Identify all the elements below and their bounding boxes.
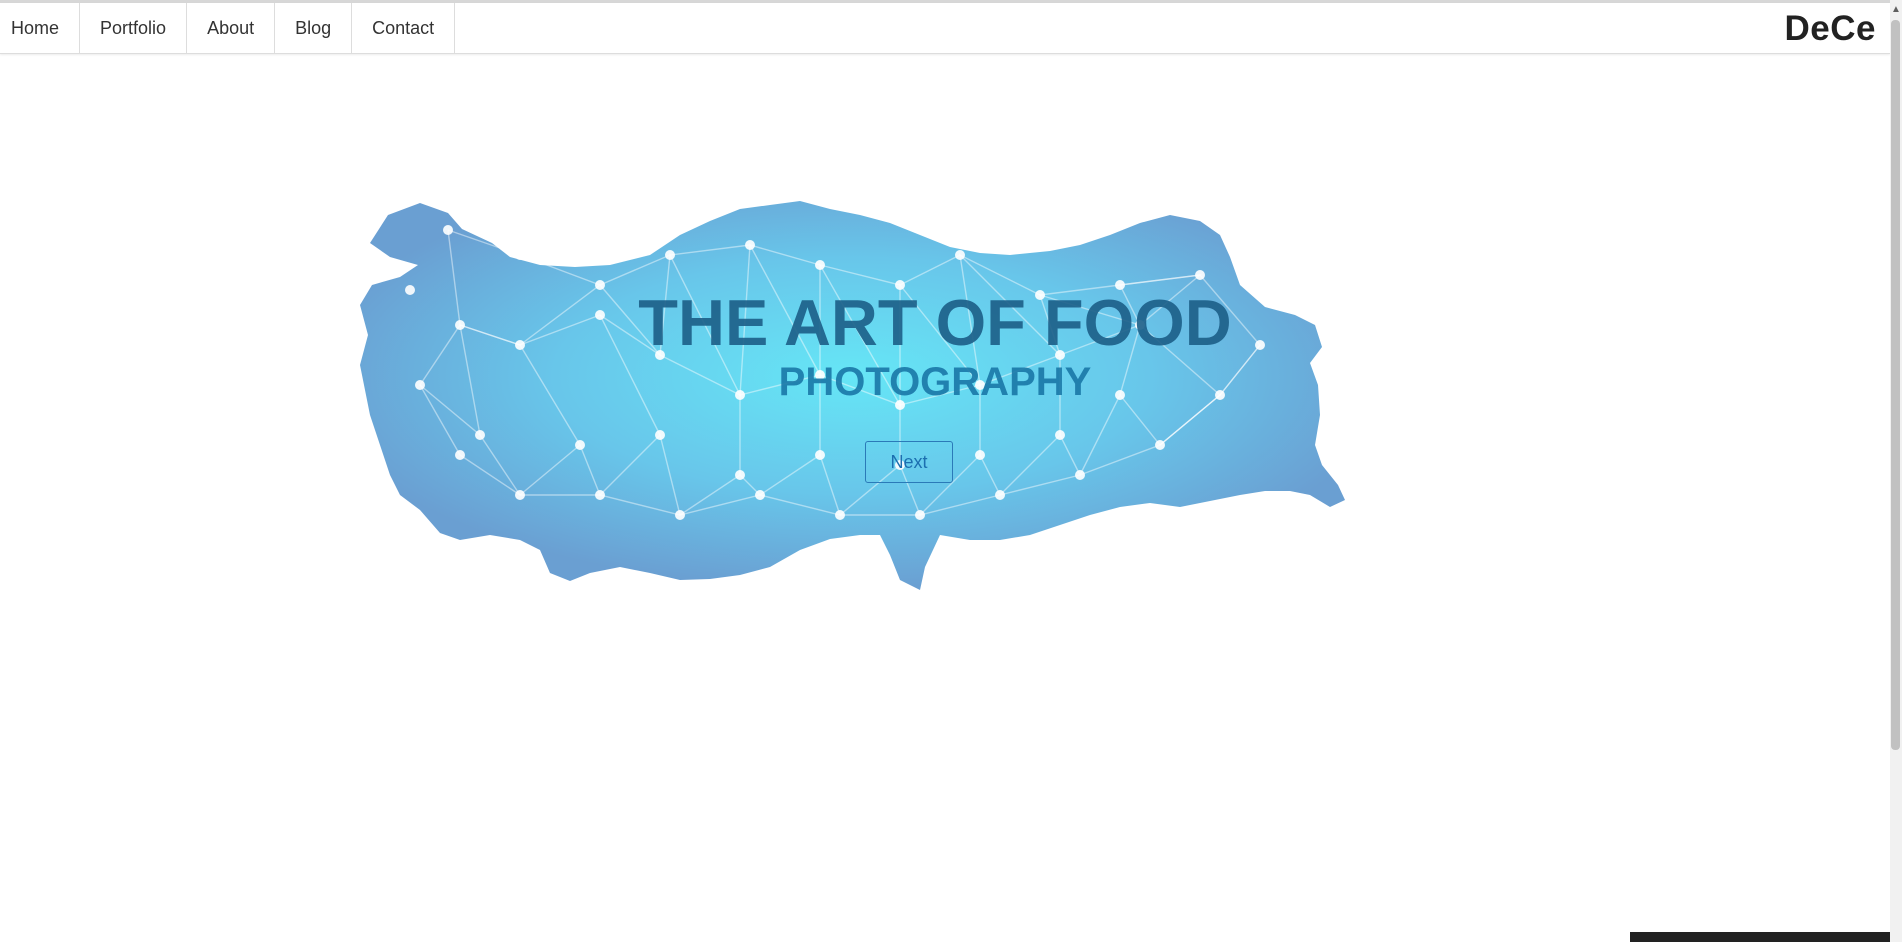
brand-logo[interactable]: DeCe <box>1785 9 1876 49</box>
hero-subtitle: PHOTOGRAPHY <box>778 360 1092 404</box>
scroll-up-arrow-icon[interactable]: ▲ <box>1891 3 1901 17</box>
nav-item-blog[interactable]: Blog <box>275 3 353 53</box>
nav-item-contact[interactable]: Contact <box>352 3 456 53</box>
footer-dark-bar <box>1630 932 1890 942</box>
scrollbar[interactable]: ▲ <box>1890 0 1902 942</box>
nav-item-portfolio[interactable]: Portfolio <box>80 3 188 53</box>
scroll-thumb[interactable] <box>1891 20 1900 750</box>
nav-item-about[interactable]: About <box>187 3 276 53</box>
next-button[interactable]: Next <box>865 441 953 483</box>
nav-item-home[interactable]: Home <box>0 3 81 53</box>
hero-title: THE ART OF FOOD <box>638 286 1232 359</box>
navbar: Home Portfolio About Blog Contact DeCe <box>0 3 1890 54</box>
nav-menu: Home Portfolio About Blog Contact <box>0 3 456 53</box>
